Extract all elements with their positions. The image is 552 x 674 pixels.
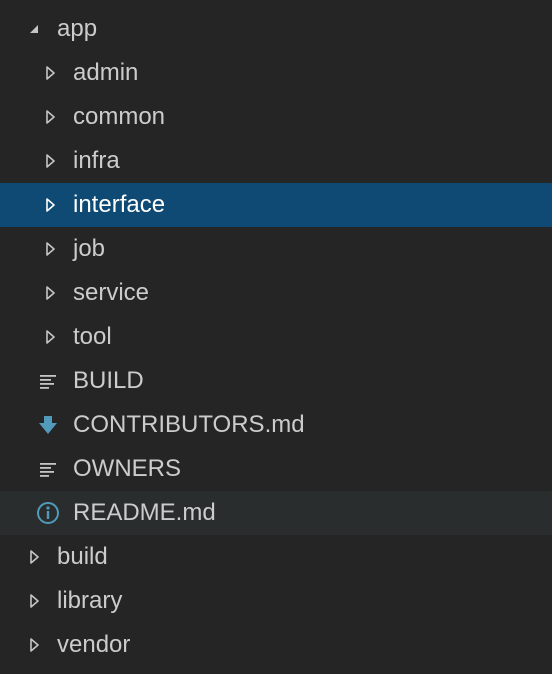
- tree-item-label: vendor: [57, 631, 131, 658]
- tree-item-contributors[interactable]: CONTRIBUTORS.md: [0, 403, 552, 447]
- file-explorer-tree: app admin common infra interface job ser…: [0, 0, 552, 674]
- chevron-right-icon[interactable]: [22, 623, 46, 667]
- tree-item-owners[interactable]: OWNERS: [0, 447, 552, 491]
- tree-item-label: common: [73, 103, 166, 130]
- tree-item-infra[interactable]: infra: [0, 139, 552, 183]
- tree-item-job[interactable]: job: [0, 227, 552, 271]
- tree-item-label: OWNERS: [73, 455, 181, 482]
- chevron-right-icon[interactable]: [38, 183, 62, 227]
- chevron-right-icon[interactable]: [38, 95, 62, 139]
- tree-item-label: README.md: [73, 499, 216, 526]
- text-lines-icon: [36, 447, 60, 491]
- tree-item-label: tool: [73, 323, 112, 350]
- tree-item-label: library: [57, 587, 123, 614]
- download-arrow-icon: [36, 403, 60, 447]
- chevron-right-icon[interactable]: [22, 535, 46, 579]
- chevron-right-icon[interactable]: [22, 579, 46, 623]
- tree-item-tool[interactable]: tool: [0, 315, 552, 359]
- tree-item-label: service: [73, 279, 150, 306]
- tree-item-label: interface: [73, 191, 166, 218]
- tree-item-build[interactable]: build: [0, 535, 552, 579]
- tree-item-library[interactable]: library: [0, 579, 552, 623]
- chevron-right-icon[interactable]: [38, 139, 62, 183]
- tree-item-service[interactable]: service: [0, 271, 552, 315]
- tree-item-label: CONTRIBUTORS.md: [73, 411, 305, 438]
- tree-item-vendor[interactable]: vendor: [0, 623, 552, 667]
- tree-item-common[interactable]: common: [0, 95, 552, 139]
- tree-item-readme[interactable]: README.md: [0, 491, 552, 535]
- tree-item-label: admin: [73, 59, 139, 86]
- text-lines-icon: [36, 359, 60, 403]
- info-circle-icon: [36, 491, 60, 535]
- tree-item-admin[interactable]: admin: [0, 51, 552, 95]
- tree-item-label: job: [73, 235, 106, 262]
- tree-item-app[interactable]: app: [0, 7, 552, 51]
- chevron-right-icon[interactable]: [38, 315, 62, 359]
- tree-item-label: BUILD: [73, 367, 144, 394]
- tree-item-label: infra: [73, 147, 120, 174]
- tree-item-label: build: [57, 543, 108, 570]
- tree-item-interface[interactable]: interface: [0, 183, 552, 227]
- chevron-down-icon[interactable]: [22, 7, 46, 51]
- chevron-right-icon[interactable]: [38, 271, 62, 315]
- chevron-right-icon[interactable]: [38, 51, 62, 95]
- chevron-right-icon[interactable]: [38, 227, 62, 271]
- tree-item-label: app: [57, 15, 98, 42]
- tree-item-build-file[interactable]: BUILD: [0, 359, 552, 403]
